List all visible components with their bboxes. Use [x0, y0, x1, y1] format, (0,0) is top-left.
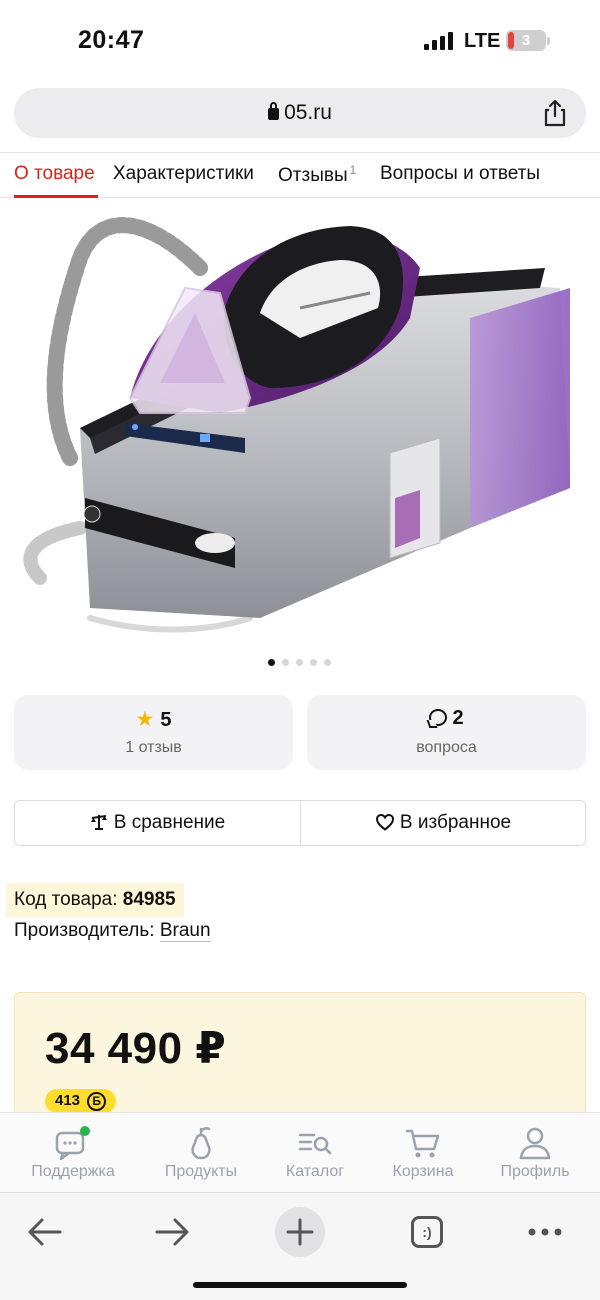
- new-tab-plus-icon[interactable]: [275, 1207, 325, 1257]
- more-options-icon[interactable]: [520, 1207, 570, 1257]
- address-bar[interactable]: 05.ru: [14, 88, 586, 138]
- gallery-dot[interactable]: [296, 659, 303, 666]
- heart-icon: [375, 814, 394, 831]
- rating-value: 5: [160, 709, 172, 731]
- product-code-value: 84985: [122, 889, 176, 910]
- product-price: 34 490 ₽: [45, 1024, 227, 1073]
- forward-arrow-icon[interactable]: [147, 1207, 197, 1257]
- nav-profile[interactable]: Профиль: [475, 1113, 595, 1193]
- back-arrow-icon[interactable]: [20, 1207, 70, 1257]
- tab-specs[interactable]: Характеристики: [113, 163, 254, 185]
- url-display[interactable]: 05.ru: [14, 88, 586, 138]
- cart-icon: [405, 1129, 440, 1158]
- questions-count-label: вопроса: [416, 739, 477, 756]
- favorite-label: В избранное: [399, 812, 512, 833]
- network-type: LTE: [464, 30, 501, 52]
- nav-support[interactable]: Поддержка: [13, 1113, 133, 1193]
- favorite-button[interactable]: В избранное: [301, 801, 586, 845]
- gallery-indicator[interactable]: [268, 659, 338, 669]
- bonus-badge[interactable]: 413 Б: [45, 1089, 117, 1113]
- battery-level: 3: [521, 32, 531, 49]
- compare-label: В сравнение: [113, 812, 226, 833]
- catalog-search-icon: [298, 1133, 332, 1155]
- gallery-dot[interactable]: [282, 659, 289, 666]
- app-bottom-nav: Поддержка Продукты Каталог Корзина Профи…: [0, 1112, 600, 1192]
- rating-card[interactable]: ★ 5 1 отзыв: [14, 695, 293, 770]
- nav-products[interactable]: Продукты: [141, 1113, 261, 1193]
- bonus-coin-icon: Б: [87, 1092, 107, 1111]
- tab-about[interactable]: О товаре: [14, 163, 95, 185]
- questions-value: 2: [452, 707, 464, 729]
- signal-icon: [424, 32, 456, 50]
- nav-cart[interactable]: Корзина: [363, 1113, 483, 1193]
- gallery-dot[interactable]: [324, 659, 331, 666]
- product-code[interactable]: Код товара: 84985: [6, 883, 184, 917]
- gallery-dot[interactable]: [268, 659, 275, 666]
- share-icon[interactable]: [540, 98, 570, 128]
- battery-cap: [547, 37, 550, 45]
- home-indicator[interactable]: [193, 1282, 407, 1288]
- tabs-icon: :): [411, 1216, 443, 1248]
- tabs-button[interactable]: :): [402, 1207, 452, 1257]
- reviews-count: 1: [349, 163, 357, 177]
- compare-button[interactable]: В сравнение: [15, 801, 300, 845]
- questions-card[interactable]: 2 вопроса: [307, 695, 586, 770]
- product-tabs: О товаре Характеристики Отзывы 1 Вопросы …: [0, 152, 600, 198]
- url-text: 05.ru: [284, 101, 332, 124]
- manufacturer-link[interactable]: Braun: [159, 920, 211, 942]
- star-icon: ★: [135, 708, 155, 731]
- reviews-count-label: 1 отзыв: [125, 739, 182, 756]
- battery-icon: 3: [506, 30, 546, 51]
- tab-reviews[interactable]: Отзывы 1: [278, 163, 356, 187]
- support-chat-icon: [55, 1126, 90, 1161]
- compare-scales-icon: [90, 815, 107, 830]
- status-bar: 20:47 LTE 3: [0, 0, 600, 80]
- tab-questions[interactable]: Вопросы и ответы: [380, 163, 540, 185]
- action-row: В сравнение В избранное: [14, 800, 586, 846]
- chat-bubble-icon: [429, 709, 448, 726]
- price-card: 34 490 ₽ 413 Б: [14, 992, 586, 1122]
- manufacturer: Производитель: Braun: [14, 920, 211, 942]
- gallery-dot[interactable]: [310, 659, 317, 666]
- bonus-amount: 413: [55, 1092, 81, 1109]
- nav-catalog[interactable]: Каталог: [255, 1113, 375, 1193]
- pear-icon: [191, 1127, 211, 1160]
- product-image[interactable]: [0, 198, 600, 648]
- profile-icon: [519, 1127, 551, 1160]
- lock-icon: [268, 102, 280, 120]
- status-time: 20:47: [78, 26, 145, 54]
